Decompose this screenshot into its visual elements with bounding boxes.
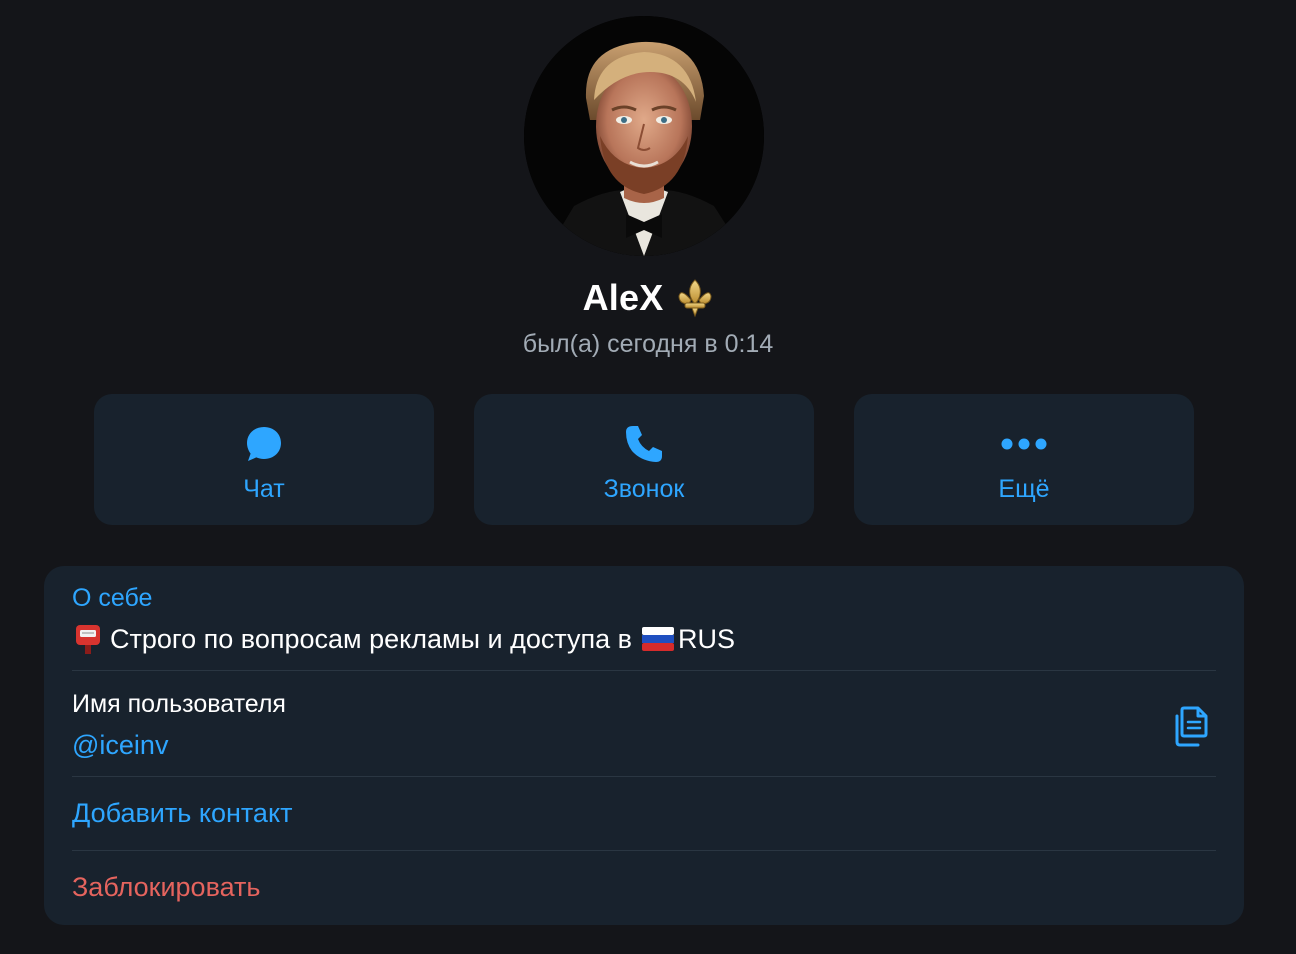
username-value[interactable]: @iceinv — [72, 730, 168, 761]
chat-bubble-icon — [244, 422, 284, 466]
last-seen-status: был(а) сегодня в 0:14 — [522, 330, 774, 358]
postbox-emoji-icon — [72, 622, 104, 656]
profile-name: AleX — [582, 277, 664, 318]
profile-page: AleX был(а) сегодня в 0:14 Чат Звонок Ещ… — [0, 0, 1296, 954]
username-label: Имя пользователя — [72, 690, 286, 718]
call-button[interactable]: Звонок — [474, 394, 814, 525]
more-button-label: Ещё — [998, 475, 1050, 503]
name-row: AleX — [0, 272, 1296, 324]
divider — [72, 850, 1216, 851]
chat-button[interactable]: Чат — [94, 394, 434, 525]
chat-button-label: Чат — [243, 475, 285, 503]
call-button-label: Звонок — [603, 475, 685, 503]
more-button[interactable]: Ещё — [854, 394, 1194, 525]
phone-icon — [623, 422, 665, 466]
copy-icon[interactable] — [1170, 702, 1214, 748]
bio-suffix: RUS — [678, 623, 736, 654]
bio-text: Строго по вопросам рекламы и доступа в — [110, 623, 632, 654]
divider — [72, 776, 1216, 777]
fleur-de-lis-icon — [677, 278, 713, 318]
divider — [72, 670, 1216, 671]
block-button[interactable]: Заблокировать — [72, 872, 260, 903]
info-card: О себе Строго по вопросам рекламы и дост… — [44, 566, 1244, 925]
bio-text-row: Строго по вопросам рекламы и доступа в R… — [72, 622, 735, 656]
add-contact-button[interactable]: Добавить контакт — [72, 798, 292, 829]
russia-flag-icon — [642, 627, 674, 651]
about-title: О себе — [72, 584, 153, 612]
avatar[interactable] — [524, 16, 764, 256]
more-dots-icon — [1001, 422, 1047, 466]
